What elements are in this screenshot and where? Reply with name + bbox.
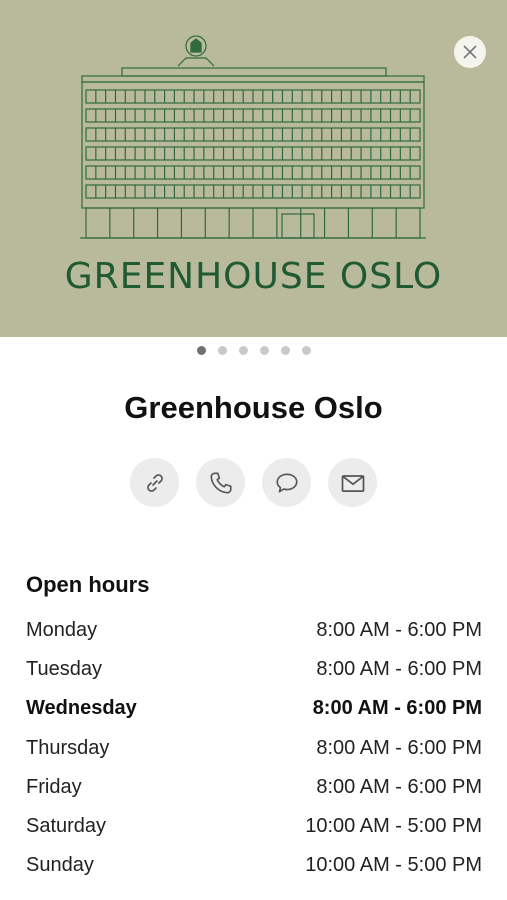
day-label: Saturday	[26, 815, 107, 838]
page-dot[interactable]	[259, 346, 269, 355]
day-label: Wednesday	[26, 697, 137, 720]
hours-value: 10:00 AM - 5:00 PM	[305, 815, 482, 838]
message-button[interactable]	[262, 458, 311, 507]
page-indicator[interactable]	[0, 346, 507, 355]
building-illustration	[80, 35, 426, 239]
day-label: Monday	[26, 619, 98, 642]
hours-row-saturday: Saturday 10:00 AM - 5:00 PM	[26, 807, 482, 846]
logo-wordmark: GREENHOUSE OSLO	[64, 256, 443, 297]
day-label: Thursday	[26, 736, 110, 759]
hours-row-tuesday: Tuesday 8:00 AM - 6:00 PM	[26, 650, 482, 689]
hours-value: 8:00 AM - 6:00 PM	[312, 697, 482, 720]
chat-bubble-icon	[275, 473, 298, 492]
hours-row-friday: Friday 8:00 AM - 6:00 PM	[26, 768, 482, 807]
close-icon	[463, 45, 477, 59]
day-label: Sunday	[26, 854, 94, 877]
open-hours-list: Monday 8:00 AM - 6:00 PM Tuesday 8:00 AM…	[26, 611, 482, 885]
day-label: Tuesday	[26, 658, 102, 681]
hours-row-wednesday: Wednesday 8:00 AM - 6:00 PM	[26, 689, 482, 728]
link-icon	[146, 473, 163, 492]
hero-image: GREENHOUSE OSLO	[0, 0, 507, 337]
envelope-icon	[341, 474, 364, 492]
hours-row-sunday: Sunday 10:00 AM - 5:00 PM	[26, 846, 482, 885]
contact-actions	[130, 458, 377, 507]
hours-value: 8:00 AM - 6:00 PM	[316, 775, 482, 798]
hours-value: 8:00 AM - 6:00 PM	[316, 736, 482, 759]
website-button[interactable]	[130, 458, 179, 507]
hours-value: 10:00 AM - 5:00 PM	[305, 854, 482, 877]
phone-icon	[209, 471, 232, 494]
hours-row-monday: Monday 8:00 AM - 6:00 PM	[26, 611, 482, 650]
hours-row-thursday: Thursday 8:00 AM - 6:00 PM	[26, 729, 482, 768]
page-dot[interactable]	[238, 346, 248, 355]
close-button[interactable]	[454, 36, 486, 68]
page-dot[interactable]	[196, 346, 206, 355]
page-dot[interactable]	[217, 346, 227, 355]
day-label: Friday	[26, 775, 82, 798]
place-title: Greenhouse Oslo	[124, 390, 383, 425]
hours-value: 8:00 AM - 6:00 PM	[316, 619, 482, 642]
page-dot[interactable]	[280, 346, 290, 355]
call-button[interactable]	[196, 458, 245, 507]
open-hours-heading: Open hours	[26, 572, 150, 597]
email-button[interactable]	[328, 458, 377, 507]
hours-value: 8:00 AM - 6:00 PM	[316, 658, 482, 681]
page-dot[interactable]	[301, 346, 311, 355]
